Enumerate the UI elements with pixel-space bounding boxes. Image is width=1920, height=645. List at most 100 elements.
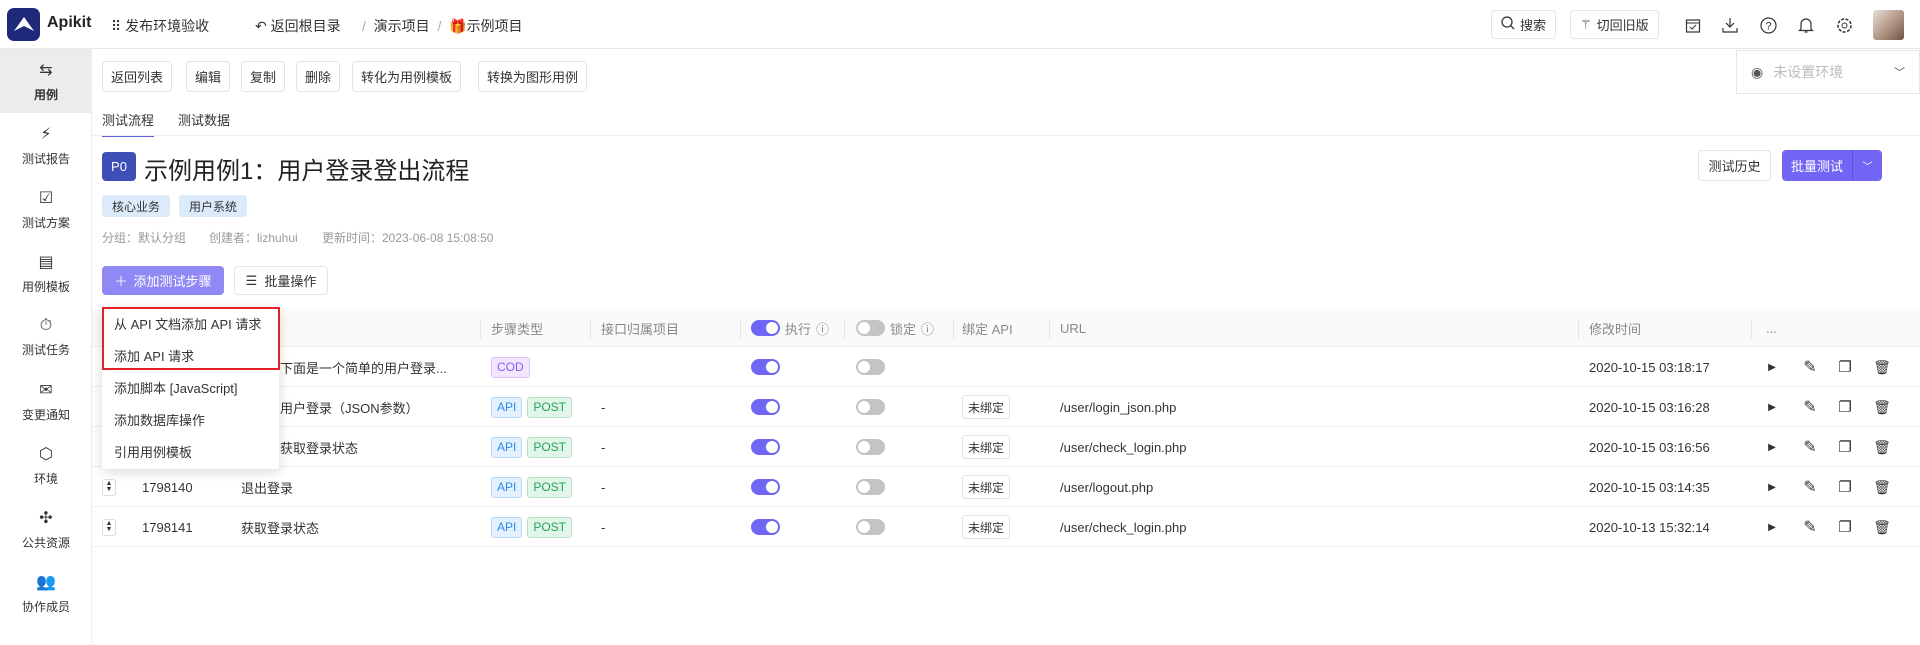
bell-icon[interactable] (1794, 13, 1818, 37)
list-icon: ☰ (245, 272, 258, 288)
delete-icon[interactable]: 🗑 (1872, 387, 1892, 427)
environment-select[interactable]: ◉ 未设置环境 ﹀ (1736, 50, 1920, 94)
lock-toggle[interactable] (856, 359, 885, 375)
breadcrumb-project[interactable]: 示例项目 (467, 18, 523, 34)
search-button[interactable]: 搜索 (1491, 10, 1557, 39)
workspace-switcher[interactable]: ⠿ 发布环境验收 (111, 16, 209, 36)
toolbar-button[interactable]: 转换为图形用例 (478, 61, 588, 92)
delete-icon[interactable]: 🗑 (1872, 507, 1892, 547)
table-row: ▲▼获取登录状态APIPOST-未绑定/user/check_login.php… (92, 427, 1920, 467)
execute-cell (751, 347, 780, 387)
test-history-button[interactable]: 测试历史 (1698, 150, 1771, 181)
execute-all-toggle[interactable] (751, 320, 780, 336)
edit-icon[interactable]: ✎ (1800, 427, 1820, 467)
user-avatar[interactable] (1873, 10, 1904, 40)
execute-toggle[interactable] (751, 519, 780, 535)
run-icon[interactable]: ▶ (1762, 347, 1782, 387)
toolbar-button[interactable]: 删除 (296, 61, 341, 92)
run-icon[interactable]: ▶ (1762, 467, 1782, 507)
drag-handle[interactable]: ▲▼ (102, 507, 116, 547)
sidebar-item[interactable]: ✉ 变更通知 (0, 369, 92, 433)
old-version-button[interactable]: ⚚ 切回旧版 (1570, 10, 1659, 39)
step-name[interactable]: 获取登录状态 (241, 507, 319, 547)
sidebar: ⇆ 用例 ⚡ 测试报告 ☑ 测试方案 ▤ 用例模板 ⏱ 测试任务 ✉ 变更通知 ⬡ 环境 ✣ 公共资源 👥 协作成… (0, 49, 92, 645)
dropdown-item[interactable]: 引用用例模板 (114, 442, 192, 461)
calendar-check-icon[interactable] (1681, 13, 1705, 37)
copy-icon[interactable]: ❐ (1835, 427, 1855, 467)
toolbar-button[interactable]: 编辑 (186, 61, 231, 92)
copy-icon[interactable]: ❐ (1835, 347, 1855, 387)
col-url: URL (1060, 320, 1087, 336)
edit-icon[interactable]: ✎ (1800, 467, 1820, 507)
edit-icon[interactable]: ✎ (1800, 507, 1820, 547)
dropdown-item[interactable]: 添加数据库操作 (114, 410, 205, 429)
apikit-logo[interactable] (7, 8, 40, 41)
sort-handle-icon[interactable]: ▲▼ (102, 478, 116, 496)
sidebar-item[interactable]: ⚡ 测试报告 (0, 113, 92, 177)
bind-api-button[interactable]: 未绑定 (962, 395, 1011, 419)
sidebar-item[interactable]: ⬡ 环境 (0, 433, 92, 497)
run-icon[interactable]: ▶ (1762, 427, 1782, 467)
sidebar-item[interactable]: ✣ 公共资源 (0, 497, 92, 561)
batch-test-label[interactable]: 批量测试 (1782, 150, 1853, 181)
lock-toggle[interactable] (856, 479, 885, 495)
col-project: 接口归属项目 (601, 321, 680, 337)
more-columns-button[interactable]: ... (1766, 309, 1777, 347)
sidebar-item[interactable]: ⇆ 用例 (0, 49, 92, 113)
tab-test-flow[interactable]: 测试流程 (102, 110, 155, 137)
copy-icon[interactable]: ❐ (1835, 507, 1855, 547)
execute-toggle[interactable] (751, 399, 780, 415)
chevron-down-icon[interactable]: ﹀ (1853, 150, 1882, 181)
execute-toggle[interactable] (751, 479, 780, 495)
copy-icon[interactable]: ❐ (1835, 467, 1855, 507)
bulk-operation-button[interactable]: ☰ 批量操作 (234, 266, 328, 295)
tab-test-data[interactable]: 测试数据 (178, 110, 230, 129)
back-root-link[interactable]: ↶ 返回根目录 (255, 16, 341, 36)
drag-handle[interactable]: ▲▼ (102, 467, 116, 507)
lock-all-toggle[interactable] (856, 320, 885, 336)
step-name[interactable]: 下面是一个简单的用户登录... (280, 347, 447, 387)
bind-api-button[interactable]: 未绑定 (962, 435, 1011, 459)
execute-toggle[interactable] (751, 359, 780, 375)
toolbar-button[interactable]: 转化为用例模板 (352, 61, 462, 92)
copy-icon[interactable]: ❐ (1835, 387, 1855, 427)
edit-icon[interactable]: ✎ (1800, 387, 1820, 427)
project: - (601, 519, 606, 535)
step-name[interactable]: 用户登录（JSON参数） (280, 387, 419, 427)
edit-icon[interactable]: ✎ (1800, 347, 1820, 387)
sidebar-item[interactable]: ⏱ 测试任务 (0, 305, 92, 369)
delete-icon[interactable]: 🗑 (1872, 467, 1892, 507)
step-name[interactable]: 获取登录状态 (280, 427, 358, 467)
download-icon[interactable] (1718, 13, 1742, 37)
toolbar-button[interactable]: 复制 (241, 61, 286, 92)
sidebar-item[interactable]: 👥 协作成员 (0, 561, 92, 625)
bind-api-button[interactable]: 未绑定 (962, 515, 1011, 539)
run-icon[interactable]: ▶ (1762, 387, 1782, 427)
step-type-badge: API (491, 476, 523, 498)
sidebar-item[interactable]: ▤ 用例模板 (0, 241, 92, 305)
old-version-label: 切回旧版 (1596, 18, 1649, 33)
breadcrumb-project-group[interactable]: 演示项目 (374, 18, 430, 34)
execute-toggle[interactable] (751, 439, 780, 455)
step-type: API POST (491, 427, 577, 467)
toolbar-button[interactable]: 返回列表 (102, 61, 173, 92)
lock-toggle[interactable] (856, 399, 885, 415)
run-icon[interactable]: ▶ (1762, 507, 1782, 547)
delete-icon[interactable]: 🗑 (1872, 427, 1892, 467)
modified-time: 2020-10-15 03:16:28 (1589, 399, 1710, 415)
batch-test-button[interactable]: 批量测试 ﹀ (1782, 150, 1882, 181)
bind-api-button[interactable]: 未绑定 (962, 475, 1011, 499)
sort-handle-icon[interactable]: ▲▼ (102, 518, 116, 536)
lock-toggle[interactable] (856, 519, 885, 535)
delete-icon[interactable]: 🗑 (1872, 347, 1892, 387)
url: /user/logout.php (1060, 479, 1154, 495)
col-lock[interactable]: 锁定 ⓘ (856, 309, 934, 347)
step-name[interactable]: 退出登录 (241, 467, 293, 507)
help-icon[interactable]: ? (1756, 13, 1780, 37)
lock-toggle[interactable] (856, 439, 885, 455)
add-test-step-button[interactable]: ＋ 添加测试步骤 (102, 266, 224, 295)
settings-icon[interactable] (1832, 13, 1856, 37)
dropdown-item[interactable]: 添加脚本 [JavaScript] (114, 378, 238, 397)
sidebar-item[interactable]: ☑ 测试方案 (0, 177, 92, 241)
col-execute[interactable]: 执行 ⓘ (751, 309, 829, 347)
